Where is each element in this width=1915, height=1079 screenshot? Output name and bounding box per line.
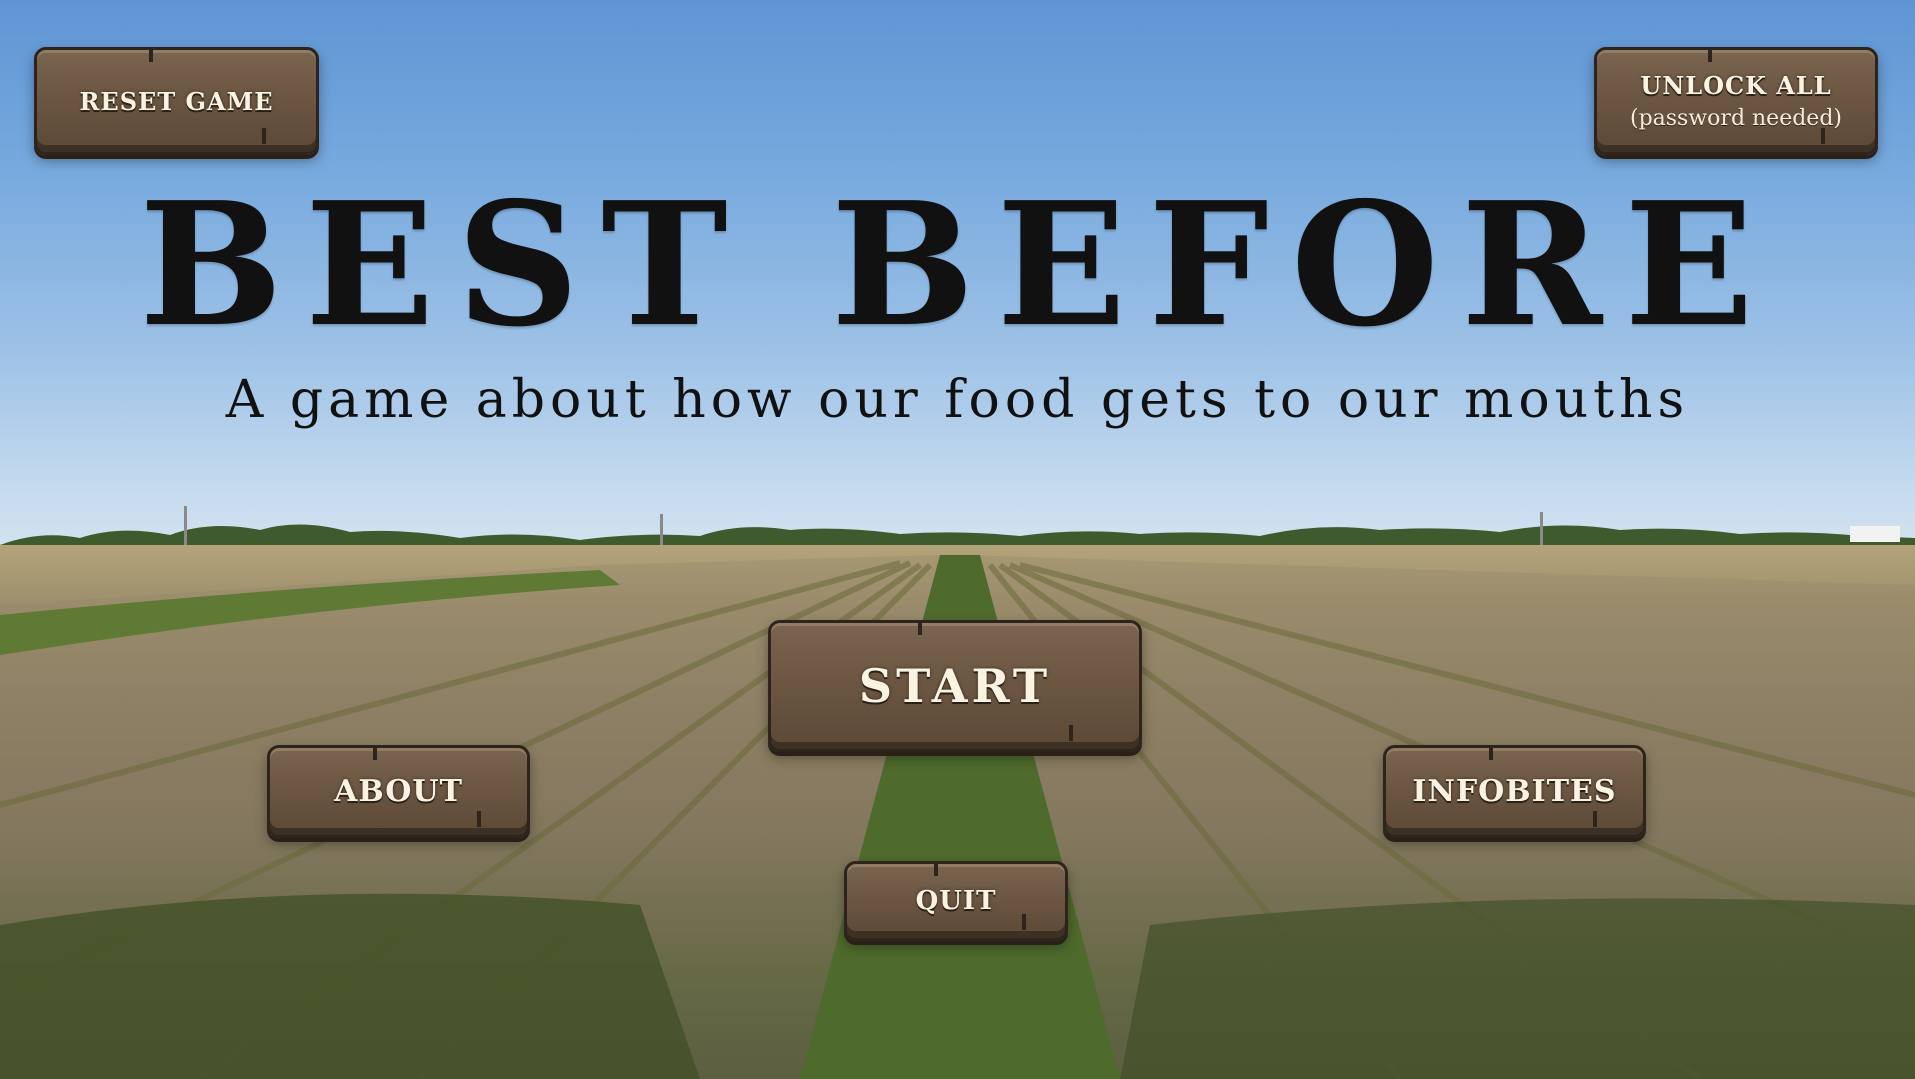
quit-button[interactable]: QUIT	[844, 861, 1068, 941]
about-button[interactable]: ABOUT	[267, 745, 530, 838]
unlock-all-button[interactable]: UNLOCK ALL (password needed)	[1594, 47, 1878, 155]
start-label: START	[858, 659, 1052, 713]
infobites-label: INFOBITES	[1412, 774, 1617, 809]
infobites-button[interactable]: INFOBITES	[1383, 745, 1646, 838]
about-label: ABOUT	[334, 774, 463, 809]
game-subtitle: A game about how our food gets to our mo…	[225, 370, 1690, 430]
start-button[interactable]: START	[768, 620, 1142, 752]
quit-label: QUIT	[915, 886, 997, 916]
reset-game-button[interactable]: RESET GAME	[34, 47, 319, 155]
unlock-all-sublabel: (password needed)	[1629, 106, 1842, 131]
unlock-all-label: UNLOCK ALL	[1640, 71, 1832, 100]
reset-game-label: RESET GAME	[79, 86, 274, 116]
game-title: BEST BEFORE	[139, 165, 1776, 365]
